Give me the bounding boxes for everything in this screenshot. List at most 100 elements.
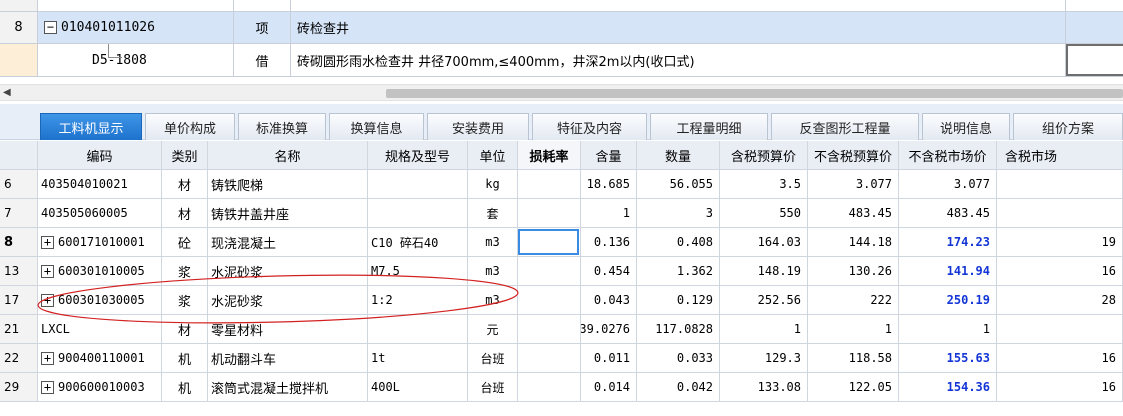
- header-quantity[interactable]: 数量: [637, 141, 720, 169]
- cell-name[interactable]: 滚筒式混凝土搅拌机: [208, 373, 368, 401]
- cell-category[interactable]: 材: [162, 315, 208, 343]
- cell-category[interactable]: 浆: [162, 286, 208, 314]
- item-name[interactable]: 砖检查井: [291, 12, 1066, 43]
- cell-name[interactable]: 机动翻斗车: [208, 344, 368, 372]
- cell-loss-rate[interactable]: [518, 199, 581, 227]
- cell-quantity[interactable]: 0.408: [637, 228, 720, 256]
- cell-notax-market[interactable]: 141.94: [899, 257, 997, 285]
- cell-content[interactable]: 0.014: [581, 373, 637, 401]
- item-code-cell[interactable]: − 010401011026: [38, 12, 234, 43]
- item-type[interactable]: 项: [234, 12, 291, 43]
- cell-category[interactable]: 材: [162, 170, 208, 198]
- bill-item-row[interactable]: 8 − 010401011026 项 砖检查井: [0, 12, 1123, 44]
- cell-tax-budget[interactable]: 129.3: [720, 344, 808, 372]
- table-row[interactable]: 13 +600301010005 浆水泥砂浆 M7.5 m3 0.454 1.362 148.…: [0, 257, 1123, 286]
- cell-notax-market[interactable]: 154.36: [899, 373, 997, 401]
- cell-content[interactable]: 0.043: [581, 286, 637, 314]
- cell-tax-market[interactable]: 16: [997, 344, 1123, 372]
- cell-content[interactable]: 18.685: [581, 170, 637, 198]
- sub-item-name[interactable]: 砖砌圆形雨水检查井 井径700mm,≤400mm，井深2m以内(收口式): [291, 44, 1066, 76]
- expand-icon[interactable]: +: [41, 380, 54, 394]
- header-unit[interactable]: 单位: [468, 141, 518, 169]
- expand-icon[interactable]: +: [41, 235, 54, 249]
- header-category[interactable]: 类别: [162, 141, 208, 169]
- cell-unit[interactable]: m3: [468, 286, 518, 314]
- cell-spec[interactable]: 400L: [368, 373, 468, 401]
- cell-tax-market[interactable]: 28: [997, 286, 1123, 314]
- cell-category[interactable]: 机: [162, 373, 208, 401]
- cell-quantity[interactable]: 0.042: [637, 373, 720, 401]
- cell-notax-market[interactable]: 1: [899, 315, 997, 343]
- header-notax-market-price[interactable]: 不含税市场价: [899, 141, 997, 169]
- cell-content[interactable]: 1: [581, 199, 637, 227]
- cell-loss-rate[interactable]: [518, 228, 581, 256]
- cell-tax-market[interactable]: 19: [997, 228, 1123, 256]
- cell-category[interactable]: 机: [162, 344, 208, 372]
- cell-quantity[interactable]: 0.129: [637, 286, 720, 314]
- cell-code[interactable]: LXCL: [38, 315, 162, 343]
- cell-notax-budget[interactable]: 1: [808, 315, 899, 343]
- header-code[interactable]: 编码: [38, 141, 162, 169]
- cell-tax-budget[interactable]: 550: [720, 199, 808, 227]
- table-row[interactable]: 22 +900400110001 机机动翻斗车 1t 台班 0.011 0.033 129.3…: [0, 344, 1123, 373]
- table-row[interactable]: 21 LXCL 材零星材料元 39.0276 117.0828 1 1 1: [0, 315, 1123, 344]
- cell-notax-market[interactable]: 3.077: [899, 170, 997, 198]
- cell-notax-market[interactable]: 483.45: [899, 199, 997, 227]
- cell-tax-market[interactable]: [997, 170, 1123, 198]
- cell-spec[interactable]: 1:2: [368, 286, 468, 314]
- cell-code[interactable]: +600171010001: [38, 228, 162, 256]
- cell-tax-market[interactable]: 16: [997, 373, 1123, 401]
- cell-tax-market[interactable]: [997, 199, 1123, 227]
- header-tax-market-price[interactable]: 含税市场: [997, 141, 1123, 169]
- cell-quantity[interactable]: 56.055: [637, 170, 720, 198]
- cell-unit[interactable]: 元: [468, 315, 518, 343]
- cell-name[interactable]: 水泥砂浆: [208, 286, 368, 314]
- tab-pricing-scheme[interactable]: 组价方案: [1013, 113, 1123, 140]
- cell-notax-market[interactable]: 174.23: [899, 228, 997, 256]
- cell-spec[interactable]: M7.5: [368, 257, 468, 285]
- table-row[interactable]: 7 403505060005 材铸铁井盖井座套 1 3 550 483.45 483.45: [0, 199, 1123, 228]
- table-row[interactable]: 17 +600301030005 浆水泥砂浆 1:2 m3 0.043 0.129 252.5…: [0, 286, 1123, 315]
- cell-loss-rate[interactable]: [518, 257, 581, 285]
- cell-spec[interactable]: [368, 199, 468, 227]
- sub-item-type[interactable]: 借: [234, 44, 291, 76]
- scroll-left-icon[interactable]: ◀: [3, 87, 11, 98]
- cell-content[interactable]: 39.0276: [581, 315, 637, 343]
- cell-quantity[interactable]: 117.0828: [637, 315, 720, 343]
- table-row[interactable]: 6 403504010021 材铸铁爬梯 kg 18.685 56.055 3.5 3.077…: [0, 170, 1123, 199]
- cell-name[interactable]: 铸铁井盖井座: [208, 199, 368, 227]
- tab-materials[interactable]: 工料机显示: [40, 113, 142, 140]
- tab-features[interactable]: 特征及内容: [532, 113, 647, 140]
- cell-code[interactable]: +600301010005: [38, 257, 162, 285]
- cell-name[interactable]: 零星材料: [208, 315, 368, 343]
- cell-name[interactable]: 现浇混凝土: [208, 228, 368, 256]
- cell-spec[interactable]: 1t: [368, 344, 468, 372]
- cell-notax-budget[interactable]: 222: [808, 286, 899, 314]
- cell-content[interactable]: 0.136: [581, 228, 637, 256]
- horizontal-scrollbar[interactable]: ◀: [0, 84, 1123, 101]
- cell-unit[interactable]: kg: [468, 170, 518, 198]
- cell-unit[interactable]: m3: [468, 228, 518, 256]
- cell-notax-budget[interactable]: 130.26: [808, 257, 899, 285]
- cell-unit[interactable]: 台班: [468, 344, 518, 372]
- expand-icon[interactable]: +: [41, 264, 54, 278]
- cell-code[interactable]: 403504010021: [38, 170, 162, 198]
- cell-code[interactable]: +900400110001: [38, 344, 162, 372]
- sub-item-row[interactable]: D5-1808 借 砖砌圆形雨水检查井 井径700mm,≤400mm，井深2m以…: [0, 44, 1123, 77]
- cell-code[interactable]: +600301030005: [38, 286, 162, 314]
- cell-tax-market[interactable]: 16: [997, 257, 1123, 285]
- sub-item-code-cell[interactable]: D5-1808: [38, 44, 234, 76]
- cell-content[interactable]: 0.454: [581, 257, 637, 285]
- cell-loss-rate[interactable]: [518, 315, 581, 343]
- cell-content[interactable]: 0.011: [581, 344, 637, 372]
- tab-quantity-detail[interactable]: 工程量明细: [650, 113, 768, 140]
- cell-unit[interactable]: 套: [468, 199, 518, 227]
- table-row[interactable]: 8 +600171010001 砼现浇混凝土 C10 碎石40 m3 0.136 0.408…: [0, 228, 1123, 257]
- cell-tax-budget[interactable]: 252.56: [720, 286, 808, 314]
- header-tax-budget-price[interactable]: 含税预算价: [720, 141, 808, 169]
- cell-category[interactable]: 砼: [162, 228, 208, 256]
- cell-code[interactable]: +900600010003: [38, 373, 162, 401]
- cell-loss-rate[interactable]: [518, 170, 581, 198]
- cell-unit[interactable]: 台班: [468, 373, 518, 401]
- cell-spec[interactable]: [368, 315, 468, 343]
